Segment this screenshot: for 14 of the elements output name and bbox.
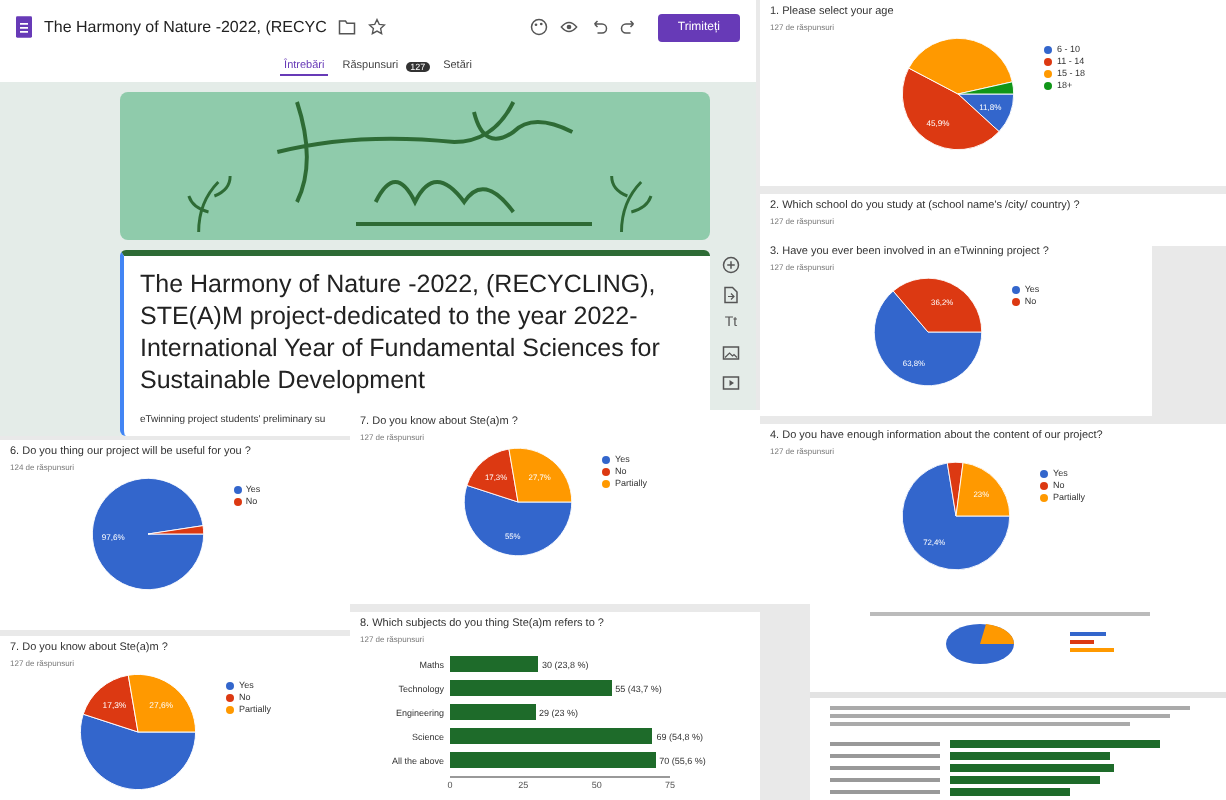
bar <box>450 656 538 672</box>
preview-eye-icon[interactable] <box>559 18 578 37</box>
bar <box>450 704 536 720</box>
add-question-icon[interactable] <box>722 256 740 274</box>
folder-icon[interactable] <box>338 18 357 37</box>
document-title[interactable]: The Harmony of Nature -2022, (RECYC <box>44 18 327 37</box>
redo-icon[interactable] <box>619 18 638 37</box>
forms-document-icon[interactable] <box>16 16 32 39</box>
undo-icon[interactable] <box>589 18 608 37</box>
image-icon[interactable] <box>722 344 740 362</box>
import-icon[interactable] <box>722 286 740 304</box>
video-icon[interactable] <box>722 374 740 392</box>
form-title[interactable]: The Harmony of Nature -2022, (RECYCLING), STE(A)M project-dedicated to the year 2022-International Year of Fundamental Sciences for Sustainable Development <box>140 268 694 396</box>
star-icon[interactable] <box>368 18 387 37</box>
